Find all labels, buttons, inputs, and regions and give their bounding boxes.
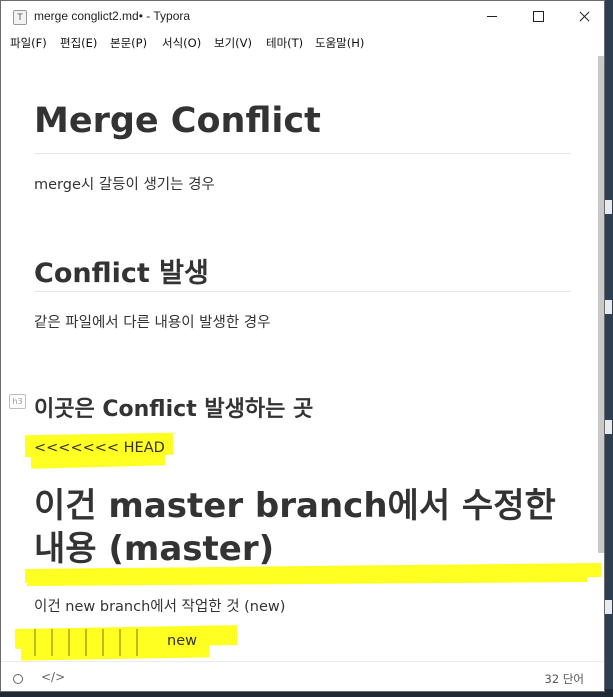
heading-3[interactable]: 이곳은 Conflict 발생하는 곳 [34,391,313,423]
typora-app-icon: T [13,10,27,25]
menu-themes[interactable]: 테마(T) [266,35,303,51]
vertical-scrollbar[interactable] [598,56,604,553]
heading-level-badge: h3 [9,394,26,409]
conflict-new-marker[interactable]: new [167,633,197,649]
close-button[interactable] [561,1,604,32]
menu-bar: 파일(F) 편집(E) 본문(P) 서식(O) 보기(V) 테마(T) 도움말(… [1,32,604,54]
source-code-mode-icon[interactable]: </> [41,670,65,684]
heading-1[interactable]: Merge Conflict [34,101,321,141]
heading-2[interactable]: Conflict 발생 [34,251,209,290]
typora-window: T merge conglict2.md• - Typora 파일(F) 편집(… [0,0,605,692]
maximize-button[interactable] [515,1,561,32]
heading-1-underline [34,153,571,154]
conflict-head-marker[interactable]: <<<<<<< HEAD [34,440,165,456]
word-count[interactable]: 32 단어 [545,671,584,687]
menu-edit[interactable]: 편집(E) [60,35,97,51]
title-bar[interactable]: T merge conglict2.md• - Typora [1,1,604,32]
outline-toggle-icon[interactable] [13,674,23,684]
master-change-line-2[interactable]: 내용 (master) [34,521,274,570]
status-bar: </> 32 단어 [1,661,604,691]
paragraph-conflict-desc[interactable]: 같은 파일에서 다른 내용이 발생한 경우 [34,311,270,332]
menu-format[interactable]: 서식(O) [162,35,201,51]
paragraph-merge-desc[interactable]: merge시 갈등이 생기는 경우 [34,173,215,194]
minimize-button[interactable] [469,1,515,32]
heading-2-underline [34,291,571,292]
menu-help[interactable]: 도움말(H) [315,35,364,51]
menu-file[interactable]: 파일(F) [10,35,47,51]
master-change-line-1[interactable]: 이건 master branch에서 수정한 [34,478,556,527]
window-title: merge conglict2.md• - Typora [34,9,191,23]
menu-view[interactable]: 보기(V) [214,35,252,51]
paragraph-new-branch[interactable]: 이건 new branch에서 작업한 것 (new) [34,595,285,616]
menu-paragraph[interactable]: 본문(P) [110,35,147,51]
